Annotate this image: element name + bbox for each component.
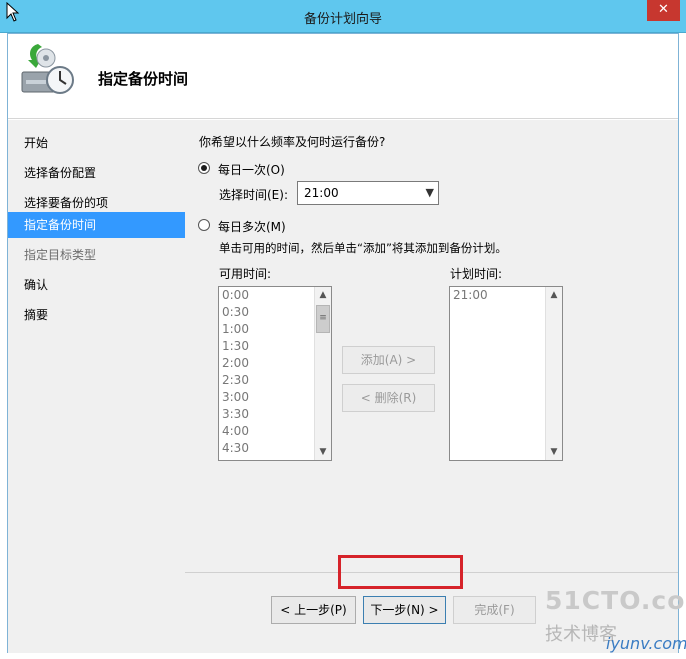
highlight-box bbox=[338, 555, 463, 589]
scroll-thumb[interactable]: ≡ bbox=[316, 305, 330, 333]
multi-daily-label[interactable]: 每日多次(M) bbox=[218, 218, 286, 235]
chevron-down-icon: ▼ bbox=[425, 186, 434, 199]
time-select[interactable]: 21:00 ▼ bbox=[297, 181, 439, 205]
wizard-header: 指定备份时间 bbox=[8, 34, 678, 119]
watermark-text: iyunv.com bbox=[606, 634, 686, 653]
instruction-text: 单击可用的时间，然后单击“添加”将其添加到备份计划。 bbox=[219, 241, 507, 255]
wizard-steps: 开始 选择备份配置 选择要备份的项 指定备份时间 指定目标类型 确认 摘要 bbox=[8, 120, 185, 653]
scheduled-scrollbar[interactable]: ▲ ▼ bbox=[545, 287, 562, 460]
once-daily-radio[interactable] bbox=[198, 162, 210, 174]
remove-button[interactable]: < 删除(R) bbox=[342, 384, 435, 412]
frequency-question: 你希望以什么频率及何时运行备份? bbox=[199, 135, 386, 149]
window-title: 备份计划向导 bbox=[303, 12, 382, 27]
mouse-cursor-icon bbox=[6, 2, 20, 22]
available-times-label: 可用时间: bbox=[219, 267, 272, 281]
next-button[interactable]: 下一步(N) > bbox=[363, 596, 446, 624]
multi-daily-radio[interactable] bbox=[198, 219, 210, 231]
step-specify-time[interactable]: 指定备份时间 bbox=[8, 212, 185, 238]
add-button[interactable]: 添加(A) > bbox=[342, 346, 435, 374]
scroll-up-icon[interactable]: ▲ bbox=[315, 287, 331, 303]
step-summary: 摘要 bbox=[24, 308, 49, 322]
step-confirm: 确认 bbox=[24, 278, 49, 292]
page-title: 指定备份时间 bbox=[98, 70, 189, 88]
scroll-down-icon[interactable]: ▼ bbox=[315, 444, 331, 460]
previous-button[interactable]: < 上一步(P) bbox=[271, 596, 356, 624]
step-destination-type: 指定目标类型 bbox=[24, 248, 97, 262]
available-times-list[interactable]: 0:00 0:30 1:00 1:30 2:00 2:30 3:00 3:30 … bbox=[218, 286, 332, 461]
available-scrollbar[interactable]: ▲ ≡ ▼ bbox=[314, 287, 331, 460]
wizard-content: 你希望以什么频率及何时运行备份? 每日一次(O) 选择时间(E): 21:00 … bbox=[185, 120, 678, 572]
scroll-up-icon[interactable]: ▲ bbox=[546, 287, 562, 303]
step-start[interactable]: 开始 bbox=[8, 130, 185, 156]
backup-schedule-icon bbox=[21, 44, 74, 94]
watermark-text: 51CTO.com bbox=[545, 586, 686, 615]
once-daily-label[interactable]: 每日一次(O) bbox=[218, 161, 285, 178]
scheduled-times-label: 计划时间: bbox=[450, 267, 503, 281]
time-select-value: 21:00 bbox=[304, 186, 339, 200]
finish-button: 完成(F) bbox=[453, 596, 536, 624]
select-time-label: 选择时间(E): bbox=[219, 188, 288, 202]
scroll-down-icon[interactable]: ▼ bbox=[546, 444, 562, 460]
step-select-backup-config[interactable]: 选择备份配置 bbox=[8, 160, 185, 186]
scheduled-times-list[interactable]: 21:00 ▲ ▼ bbox=[449, 286, 563, 461]
title-bar: 备份计划向导 ✕ bbox=[0, 0, 686, 33]
close-button[interactable]: ✕ bbox=[647, 0, 680, 21]
